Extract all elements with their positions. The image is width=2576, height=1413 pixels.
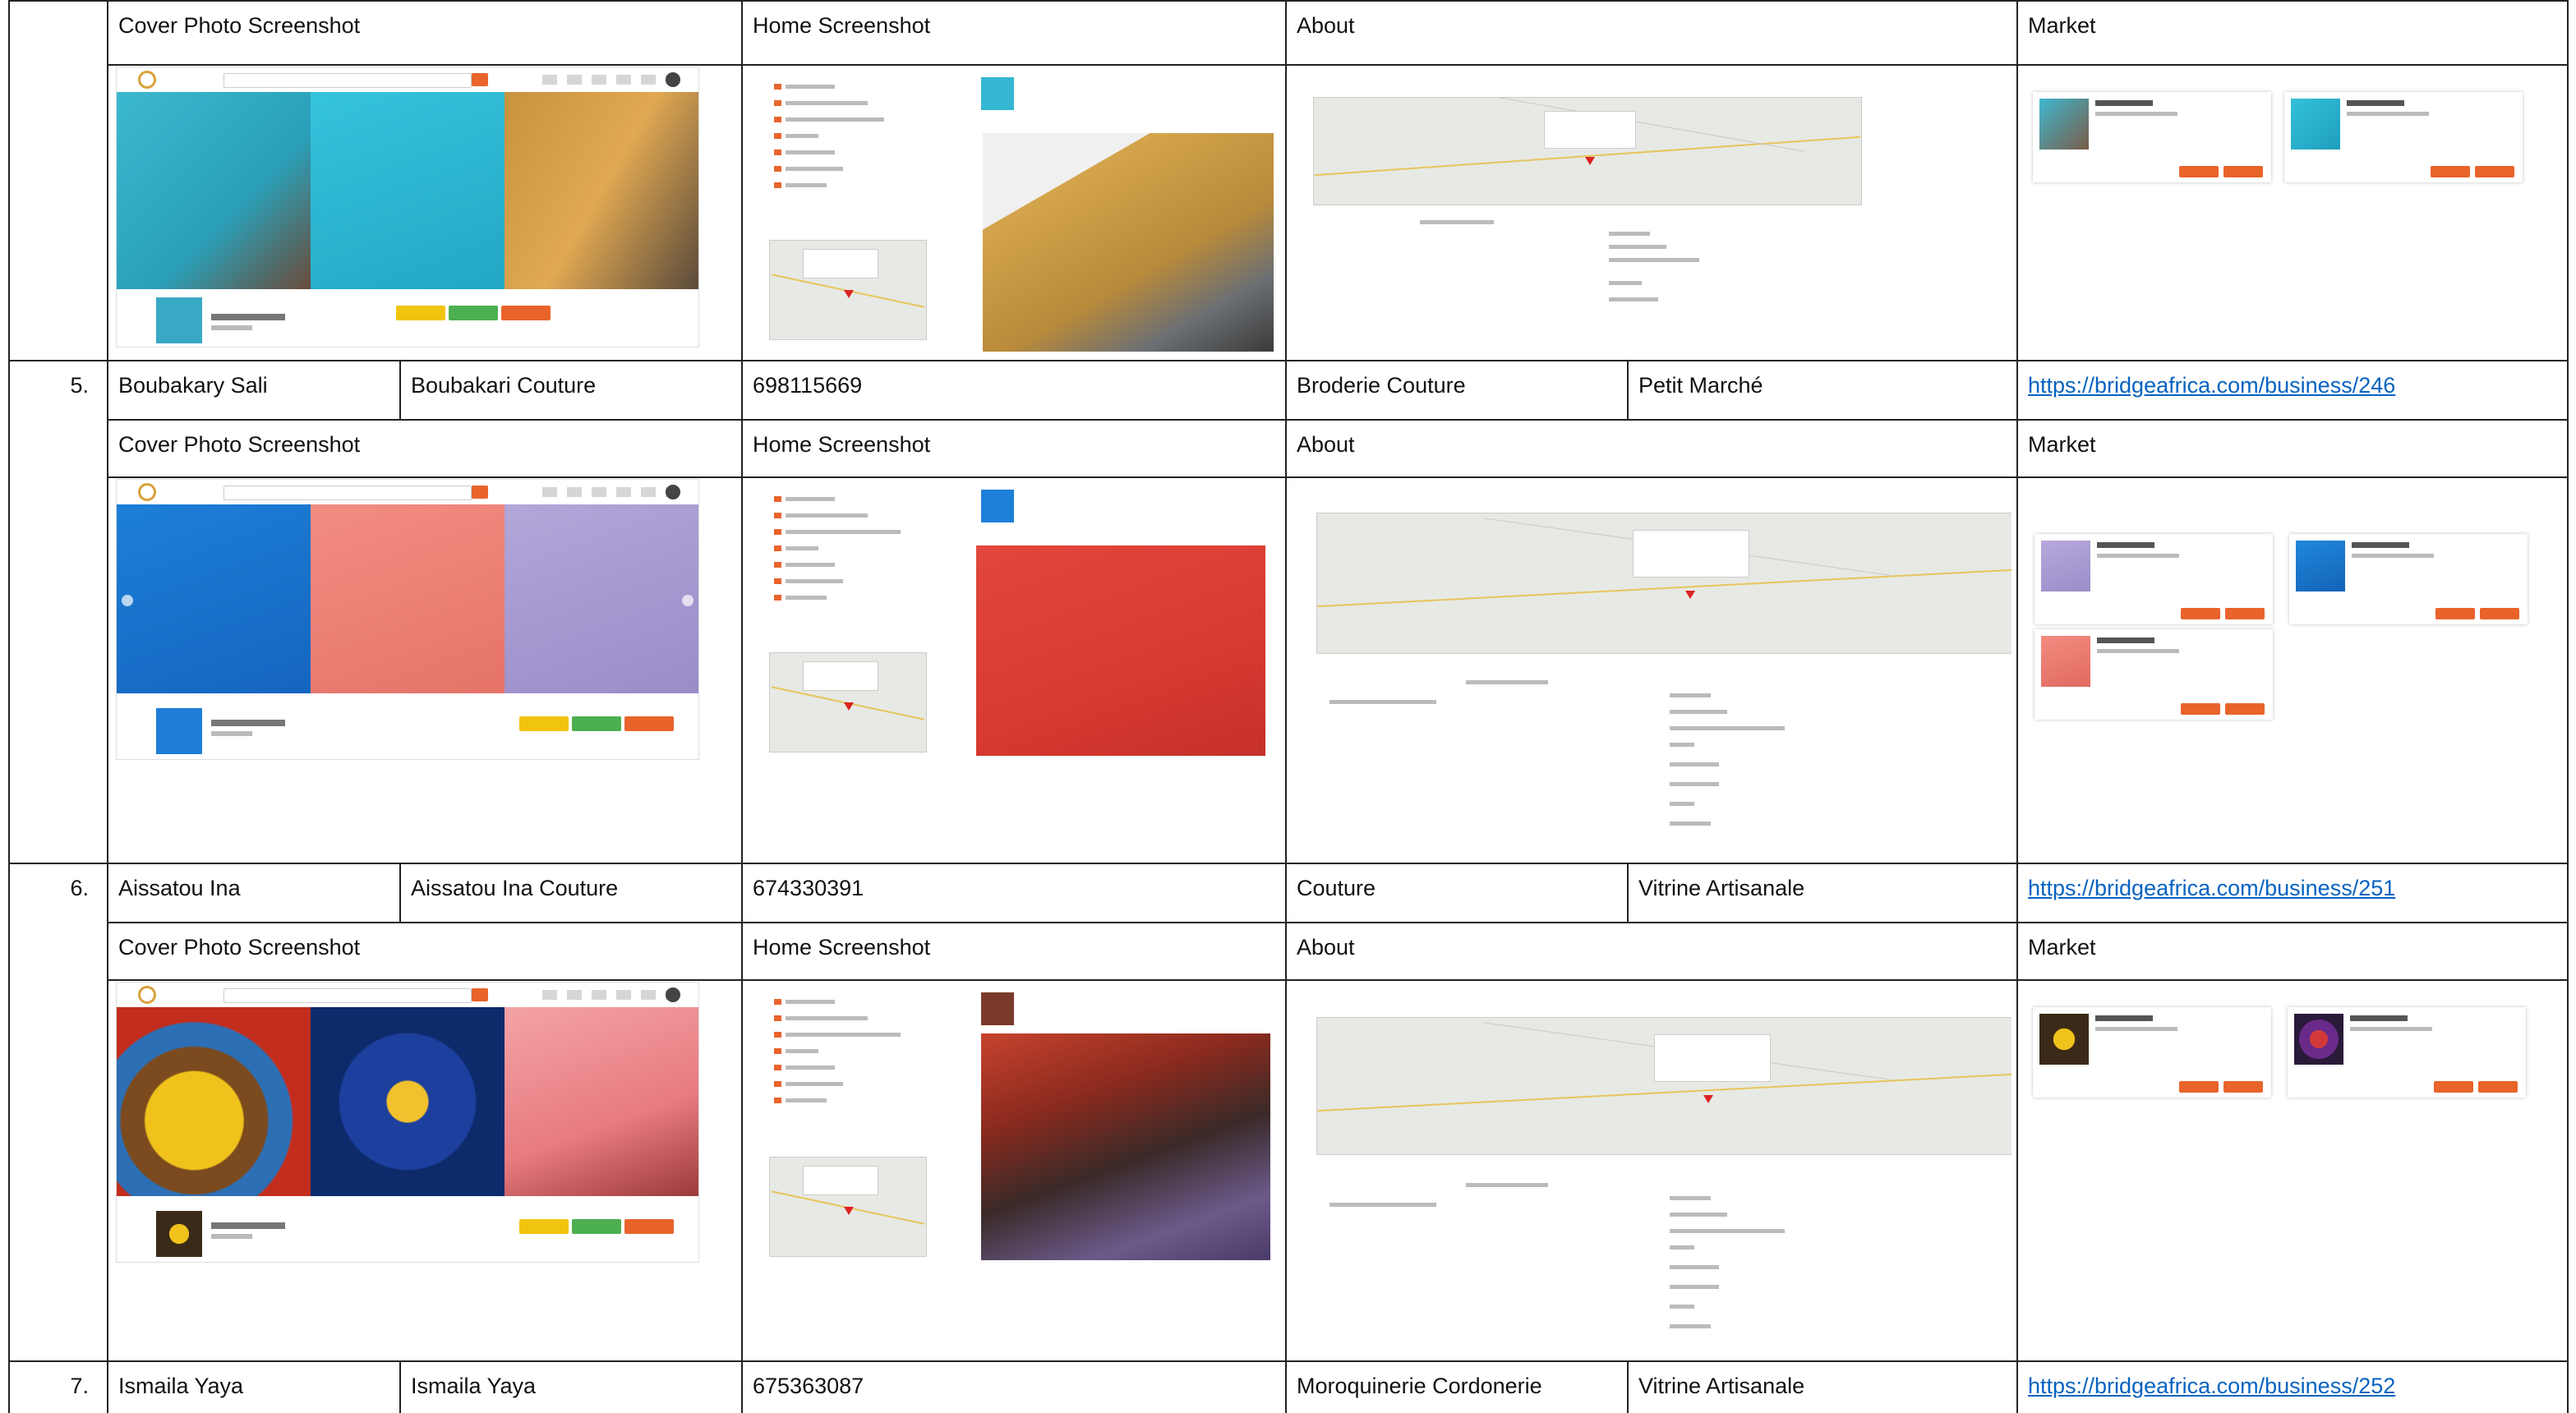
market-screenshot [2030,67,2539,191]
avatar [666,987,680,1002]
logo-icon [138,483,156,501]
home-header: Home Screenshot [741,0,1285,64]
market-screenshot [2030,983,2539,1106]
business-link-cell: https://bridgeafrica.com/business/246 [2016,360,2569,419]
business-name: Aissatou Ina Couture [399,863,741,922]
phone-number: 674330391 [741,863,1285,922]
market-header: Market [2016,922,2569,979]
cover-photo-screenshot [116,982,699,1263]
business-link[interactable]: https://bridgeafrica.com/business/251 [2028,876,2395,900]
logo-icon [138,71,156,89]
home-screenshot [761,480,1277,759]
category: Broderie Couture [1285,360,1627,419]
market-location: Vitrine Artisanale [1627,1360,2016,1413]
avatar [666,72,680,87]
cover-header: Cover Photo Screenshot [107,922,741,979]
cover-label: Cover Photo Screenshot [118,432,361,457]
cover-photo-screenshot [116,67,699,347]
cover-header: Cover Photo Screenshot [107,419,741,476]
row-number: 6. [8,863,107,1360]
about-screenshot [1305,480,2011,841]
about-header: About [1285,419,2016,476]
market-location: Vitrine Artisanale [1627,863,2016,922]
home-label: Home Screenshot [753,432,931,457]
market-header: Market [2016,419,2569,476]
about-label: About [1297,935,1355,960]
about-screenshot [1305,67,1872,352]
about-header: About [1285,0,2016,64]
row-number: 7. [8,1360,107,1413]
business-link-cell: https://bridgeafrica.com/business/252 [2016,1360,2569,1413]
owner-name: Ismaila Yaya [107,1360,399,1413]
business-link-cell: https://bridgeafrica.com/business/251 [2016,863,2569,922]
business-link[interactable]: https://bridgeafrica.com/business/246 [2028,373,2395,398]
home-label: Home Screenshot [753,935,931,960]
market-header: Market [2016,0,2569,64]
cover-photo-screenshot [116,479,699,760]
phone-number: 698115669 [741,360,1285,419]
row-number: 5. [8,360,107,863]
search-icon [472,73,488,86]
owner-name: Boubakary Sali [107,360,399,419]
home-screenshot [761,67,1277,352]
home-label: Home Screenshot [753,13,931,38]
category: Moroquinerie Cordonerie [1285,1360,1627,1413]
category: Couture [1285,863,1627,922]
phone-number: 675363087 [741,1360,1285,1413]
owner-name: Aissatou Ina [107,863,399,922]
business-name: Ismaila Yaya [399,1360,741,1413]
document-table: Cover Photo Screenshot Home Screenshot A… [0,0,2576,1413]
home-header: Home Screenshot [741,922,1285,979]
home-screenshot [761,983,1277,1262]
search-icon [472,486,488,499]
business-name: Boubakari Couture [399,360,741,419]
business-link[interactable]: https://bridgeafrica.com/business/252 [2028,1374,2395,1398]
about-label: About [1297,432,1355,457]
about-label: About [1297,13,1355,38]
home-header: Home Screenshot [741,419,1285,476]
market-label: Market [2028,13,2096,38]
market-screenshot [2030,488,2539,734]
row-number-cell [8,0,107,360]
about-header: About [1285,922,2016,979]
logo-icon [138,986,156,1004]
market-location: Petit Marché [1627,360,2016,419]
cover-label: Cover Photo Screenshot [118,13,361,38]
cover-header: Cover Photo Screenshot [107,0,741,64]
market-label: Market [2028,935,2096,960]
cover-label: Cover Photo Screenshot [118,935,361,960]
search-icon [472,988,488,1001]
market-label: Market [2028,432,2096,457]
avatar [666,485,680,499]
about-screenshot [1305,983,2011,1344]
